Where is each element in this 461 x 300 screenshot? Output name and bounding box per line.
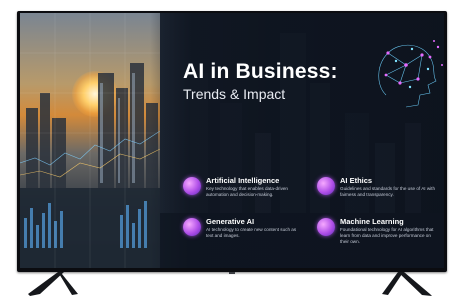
- feature-description: Guidelines and standards for the use of …: [340, 186, 435, 197]
- feature-title: Artificial Intelligence: [206, 176, 280, 185]
- machine-learning-icon: [317, 218, 335, 236]
- generative-icon: [183, 218, 201, 236]
- ethics-icon: [317, 177, 335, 195]
- feature-title: AI Ethics: [340, 176, 373, 185]
- slide-title: AI in Business:: [183, 60, 338, 83]
- tv-screen: AI in Business: Trends & Impact Artifici…: [20, 13, 444, 268]
- skyline-graphic: [20, 13, 160, 268]
- feature-title: Generative AI: [206, 217, 255, 226]
- tv-stand: [28, 272, 432, 296]
- feature-description: AI technology to create new content such…: [206, 227, 297, 238]
- city-skyline-image: [20, 13, 160, 268]
- feature-description: Foundational technology for AI algorithm…: [340, 227, 434, 244]
- ai-head-icon: [378, 40, 443, 108]
- feature-title: Machine Learning: [340, 217, 404, 226]
- slide-subtitle: Trends & Impact: [183, 86, 286, 102]
- feature-description: Key technology that enables data-driven …: [206, 186, 288, 197]
- ai-chip-icon: [183, 177, 201, 195]
